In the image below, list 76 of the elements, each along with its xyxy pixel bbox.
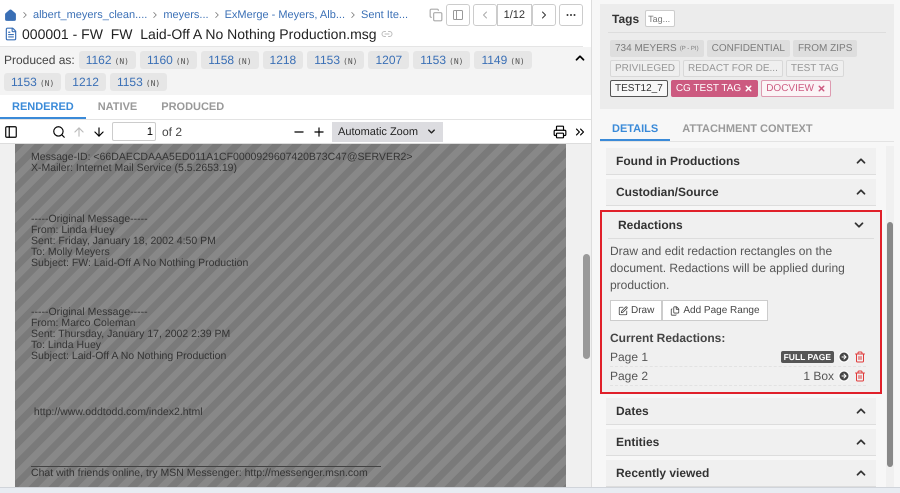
breadcrumb-link[interactable]: meyers... bbox=[163, 9, 209, 21]
tags-label: Tags bbox=[612, 12, 640, 26]
viewer-tab[interactable]: RENDERED bbox=[0, 95, 86, 119]
print-icon[interactable] bbox=[552, 124, 567, 138]
section-description: Draw and edit redaction rectangles on the document. Redactions will be applied during production. bbox=[610, 243, 846, 294]
tag-chip[interactable]: CONFIDENTIAL bbox=[706, 40, 790, 57]
tag-chip[interactable]: CG TEST TAG bbox=[670, 80, 758, 97]
document-text-line: From: Linda Huey bbox=[31, 225, 114, 236]
production-chip[interactable]: 1212 bbox=[65, 73, 106, 91]
arrow-right-icon[interactable] bbox=[838, 370, 850, 382]
copy-icon[interactable] bbox=[428, 8, 443, 22]
remove-icon[interactable] bbox=[816, 84, 826, 93]
document-text-line: From: Marco Coleman bbox=[31, 318, 136, 329]
next-page-icon[interactable] bbox=[92, 124, 106, 138]
document-icon bbox=[4, 27, 18, 41]
panel-icon bbox=[452, 9, 464, 21]
delete-icon[interactable] bbox=[854, 351, 866, 363]
action-button[interactable]: Add Page Range bbox=[662, 300, 768, 321]
production-chip[interactable]: 1162 (N) bbox=[78, 51, 136, 69]
pager-count: 1/12 bbox=[496, 4, 532, 26]
document-text-line: Chat with friends online, try MSN Messenger: http://messenger.msn.com bbox=[31, 466, 381, 479]
redaction-count: 1 Box bbox=[803, 369, 834, 383]
zoom-select[interactable]: Automatic Zoom bbox=[332, 122, 443, 142]
breadcrumb-link[interactable]: albert_meyers_clean.... bbox=[33, 9, 148, 21]
tag-chip[interactable]: PRIVILEGED bbox=[610, 60, 680, 77]
redaction-page: Page 2 bbox=[610, 369, 648, 383]
edit-icon bbox=[618, 306, 628, 316]
viewer-tab[interactable]: PRODUCED bbox=[149, 95, 236, 119]
redaction-badge: FULL PAGE bbox=[780, 351, 834, 363]
production-chip[interactable]: 1153 (N) bbox=[110, 73, 168, 91]
breadcrumb-link[interactable]: Sent Ite... bbox=[361, 9, 408, 21]
document-text-line: Subject: FW: Laid-Off A No Nothing Production bbox=[31, 258, 250, 269]
redaction-page: Page 1 bbox=[610, 350, 648, 364]
search-icon[interactable] bbox=[52, 124, 66, 138]
detail-tab[interactable]: ATTACHMENT CONTEXT bbox=[670, 117, 825, 141]
document-text-line: To: Molly Meyers bbox=[31, 247, 110, 258]
detail-tab[interactable]: DETAILS bbox=[600, 117, 670, 141]
tag-chip[interactable]: FROM ZIPS bbox=[792, 40, 858, 57]
production-chip[interactable]: 1158 (N) bbox=[201, 51, 259, 69]
document-text-line: To: Linda Huey bbox=[31, 340, 102, 351]
production-chip[interactable]: 1153 (N) bbox=[4, 73, 62, 91]
document-text-line: Subject: Laid-Off A No Nothing Production bbox=[31, 351, 228, 362]
document-text-line: Sent: Friday, January 18, 2002 4:50 PM bbox=[31, 236, 217, 247]
breadcrumb-link[interactable]: ExMerge - Meyers, Alb... bbox=[224, 9, 346, 21]
production-chip[interactable]: 1218 bbox=[262, 51, 304, 69]
tag-chip[interactable]: DOCVIEW bbox=[761, 80, 831, 97]
scrollbar[interactable] bbox=[886, 146, 894, 487]
sidebar-toggle-icon[interactable] bbox=[4, 124, 18, 138]
tag-chip[interactable]: REDACT FOR DE... bbox=[683, 60, 783, 77]
page-number-field[interactable]: 1 bbox=[112, 122, 156, 141]
tag-chip[interactable]: TEST12_7 bbox=[610, 80, 668, 97]
layout-button[interactable] bbox=[446, 4, 470, 26]
production-chip[interactable]: 1153 (N) bbox=[413, 51, 470, 69]
produced-as-label: Produced as: bbox=[4, 53, 75, 67]
page-total: of 2 bbox=[162, 124, 182, 138]
production-chip[interactable]: 1207 bbox=[368, 51, 410, 69]
home-icon[interactable] bbox=[4, 8, 17, 22]
production-chip[interactable]: 1160 (N) bbox=[140, 51, 198, 69]
document-text-line: X-Mailer: Internet Mail Service (5.5.2653.19) bbox=[31, 163, 238, 174]
arrow-right-icon[interactable] bbox=[838, 351, 850, 363]
zoom-in-icon[interactable] bbox=[312, 124, 326, 138]
tag-chip[interactable]: TEST TAG bbox=[786, 60, 844, 77]
document-text-line: -----Original Message----- bbox=[31, 214, 149, 225]
document-text-line: Message-ID: <66DAECDAAA5ED011A1CF0000929607420B73C47@SERVER2> bbox=[31, 152, 414, 163]
document-text-line: -----Original Message----- bbox=[31, 307, 149, 318]
production-chip[interactable]: 1149 (N) bbox=[474, 51, 532, 69]
document-title: 000001 - FW FW Laid-Off A No Nothing Production.msg bbox=[22, 26, 377, 42]
list-title: Current Redactions: bbox=[610, 331, 726, 345]
action-button[interactable]: Draw bbox=[610, 300, 662, 321]
viewer-tab[interactable]: NATIVE bbox=[86, 95, 150, 119]
delete-icon[interactable] bbox=[854, 370, 866, 382]
production-chip[interactable]: 1153 (N) bbox=[307, 51, 364, 69]
tag-input-field[interactable]: Tag... bbox=[645, 10, 676, 27]
document-text-line: http://www.oddtodd.com/index2.html bbox=[32, 407, 204, 418]
document-text-line: Sent: Thursday, January 17, 2002 2:39 PM bbox=[31, 329, 232, 340]
pages-icon bbox=[670, 306, 680, 316]
